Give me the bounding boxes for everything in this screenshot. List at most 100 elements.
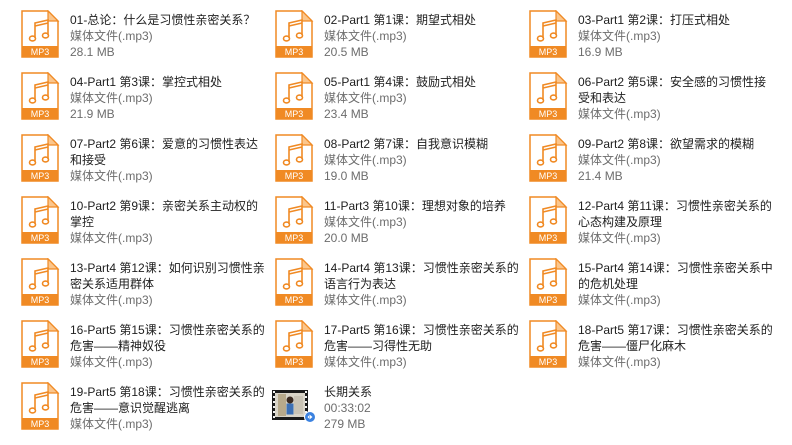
file-name: 14-Part4 第13课：习惯性亲密关系的语言行为表达 [324,261,519,291]
svg-text:MP3: MP3 [31,419,50,429]
file-grid: MP3 01-总论：什么是习惯性亲密关系？ 媒体文件(.mp3) 28.1 MB… [0,0,792,445]
svg-text:MP3: MP3 [285,109,304,119]
file-item[interactable]: MP3 06-Part2 第5课：安全感的习惯性接受和表达 媒体文件(.mp3) [526,66,776,126]
file-item[interactable]: MP3 09-Part2 第8课：欲望需求的模糊 媒体文件(.mp3) 21.4… [526,128,776,188]
mp3-file-icon: MP3 [526,258,570,306]
file-type: 媒体文件(.mp3) [324,29,407,43]
video-duration: 00:33:02 [324,401,371,415]
file-size: 20.5 MB [324,45,369,59]
svg-text:MP3: MP3 [539,47,558,57]
svg-text:MP3: MP3 [539,295,558,305]
mp3-file-icon: MP3 [18,382,62,430]
file-item[interactable]: MP3 17-Part5 第16课：习惯性亲密关系的危害——习得性无助 媒体文件… [272,314,522,374]
svg-text:MP3: MP3 [31,171,50,181]
file-name: 05-Part1 第4课：鼓励式相处 [324,75,477,89]
file-name: 06-Part2 第5课：安全感的习惯性接受和表达 [578,75,767,105]
mp3-file-icon: MP3 [18,134,62,182]
svg-text:MP3: MP3 [539,171,558,181]
file-item[interactable]: MP3 18-Part5 第17课：习惯性亲密关系的危害——僵尸化麻木 媒体文件… [526,314,776,374]
file-name: 01-总论：什么是习惯性亲密关系？ [70,13,256,27]
svg-text:MP3: MP3 [31,295,50,305]
svg-text:MP3: MP3 [285,295,304,305]
svg-text:MP3: MP3 [31,357,50,367]
file-type: 媒体文件(.mp3) [70,293,153,307]
file-name: 11-Part3 第10课：理想对象的培养 [324,199,506,213]
mp3-file-icon: MP3 [272,10,316,58]
file-type: 媒体文件(.mp3) [70,169,153,183]
mp3-file-icon: MP3 [272,72,316,120]
file-type: 媒体文件(.mp3) [324,153,407,167]
file-item[interactable]: MP3 12-Part4 第11课：习惯性亲密关系的心态构建及原理 媒体文件(.… [526,190,776,250]
svg-text:MP3: MP3 [539,109,558,119]
file-size: 21.4 MB [578,169,623,183]
file-size: 21.9 MB [70,107,115,121]
file-type: 媒体文件(.mp3) [70,91,153,105]
file-name: 16-Part5 第15课：习惯性亲密关系的危害——精神奴役 [70,323,265,353]
mp3-file-icon: MP3 [18,320,62,368]
file-item[interactable]: MP3 11-Part3 第10课：理想对象的培养 媒体文件(.mp3) 20.… [272,190,522,250]
file-item[interactable]: MP3 16-Part5 第15课：习惯性亲密关系的危害——精神奴役 媒体文件(… [18,314,268,374]
mp3-file-icon: MP3 [18,196,62,244]
file-name: 长期关系 [324,385,373,399]
svg-text:MP3: MP3 [31,47,50,57]
file-name: 12-Part4 第11课：习惯性亲密关系的心态构建及原理 [578,199,772,229]
file-size: 23.4 MB [324,107,369,121]
file-type: 媒体文件(.mp3) [324,215,407,229]
mp3-file-icon: MP3 [272,258,316,306]
mp3-file-icon: MP3 [526,320,570,368]
mp3-file-icon: MP3 [526,134,570,182]
mp3-file-icon: MP3 [526,10,570,58]
file-type: 媒体文件(.mp3) [70,231,153,245]
svg-text:MP3: MP3 [285,357,304,367]
file-item[interactable]: MP3 04-Part1 第3课：掌控式相处 媒体文件(.mp3) 21.9 M… [18,66,268,126]
file-item[interactable]: MP3 19-Part5 第18课：习惯性亲密关系的危害——意识觉醒逃离 媒体文… [18,376,268,436]
mp3-file-icon: MP3 [18,10,62,58]
file-item[interactable]: 长期关系 00:33:02 279 MB [272,376,522,436]
file-name: 19-Part5 第18课：习惯性亲密关系的危害——意识觉醒逃离 [70,385,265,415]
file-item[interactable]: MP3 03-Part1 第2课：打压式相处 媒体文件(.mp3) 16.9 M… [526,4,776,64]
video-thumbnail-icon [272,388,316,424]
file-type: 媒体文件(.mp3) [70,355,153,369]
mp3-file-icon: MP3 [272,196,316,244]
file-size: 28.1 MB [70,45,115,59]
file-type: 媒体文件(.mp3) [70,29,153,43]
file-item[interactable]: MP3 08-Part2 第7课：自我意识模糊 媒体文件(.mp3) 19.0 … [272,128,522,188]
file-name: 13-Part4 第12课：如何识别习惯性亲密关系适用群体 [70,261,265,291]
svg-text:MP3: MP3 [285,171,304,181]
mp3-file-icon: MP3 [272,134,316,182]
file-name: 09-Part2 第8课：欲望需求的模糊 [578,137,755,151]
file-item[interactable]: MP3 05-Part1 第4课：鼓励式相处 媒体文件(.mp3) 23.4 M… [272,66,522,126]
file-name: 02-Part1 第1课：期望式相处 [324,13,477,27]
file-item[interactable]: MP3 10-Part2 第9课：亲密关系主动权的掌控 媒体文件(.mp3) [18,190,268,250]
file-type: 媒体文件(.mp3) [578,231,661,245]
svg-text:MP3: MP3 [539,233,558,243]
file-item[interactable]: MP3 15-Part4 第14课：习惯性亲密关系中的危机处理 媒体文件(.mp… [526,252,776,312]
file-type: 媒体文件(.mp3) [324,355,407,369]
file-item[interactable]: MP3 07-Part2 第6课：爱意的习惯性表达和接受 媒体文件(.mp3) [18,128,268,188]
svg-text:MP3: MP3 [285,47,304,57]
file-item[interactable]: MP3 14-Part4 第13课：习惯性亲密关系的语言行为表达 媒体文件(.m… [272,252,522,312]
file-name: 08-Part2 第7课：自我意识模糊 [324,137,489,151]
file-type: 媒体文件(.mp3) [578,293,661,307]
file-size: 20.0 MB [324,231,369,245]
file-item[interactable]: MP3 01-总论：什么是习惯性亲密关系？ 媒体文件(.mp3) 28.1 MB [18,4,268,64]
file-name: 04-Part1 第3课：掌控式相处 [70,75,223,89]
mp3-file-icon: MP3 [18,258,62,306]
file-type: 媒体文件(.mp3) [578,355,661,369]
file-item[interactable]: MP3 13-Part4 第12课：如何识别习惯性亲密关系适用群体 媒体文件(.… [18,252,268,312]
svg-text:MP3: MP3 [31,233,50,243]
file-name: 10-Part2 第9课：亲密关系主动权的掌控 [70,199,259,229]
file-name: 07-Part2 第6课：爱意的习惯性表达和接受 [70,137,259,167]
file-type: 媒体文件(.mp3) [578,29,661,43]
file-type: 媒体文件(.mp3) [324,293,407,307]
file-name: 18-Part5 第17课：习惯性亲密关系的危害——僵尸化麻木 [578,323,773,353]
mp3-file-icon: MP3 [526,196,570,244]
file-type: 媒体文件(.mp3) [578,153,661,167]
file-type: 媒体文件(.mp3) [70,417,153,431]
file-type: 媒体文件(.mp3) [578,107,661,121]
file-type: 媒体文件(.mp3) [324,91,407,105]
svg-text:MP3: MP3 [285,233,304,243]
svg-text:MP3: MP3 [539,357,558,367]
file-item[interactable]: MP3 02-Part1 第1课：期望式相处 媒体文件(.mp3) 20.5 M… [272,4,522,64]
file-size: 19.0 MB [324,169,369,183]
